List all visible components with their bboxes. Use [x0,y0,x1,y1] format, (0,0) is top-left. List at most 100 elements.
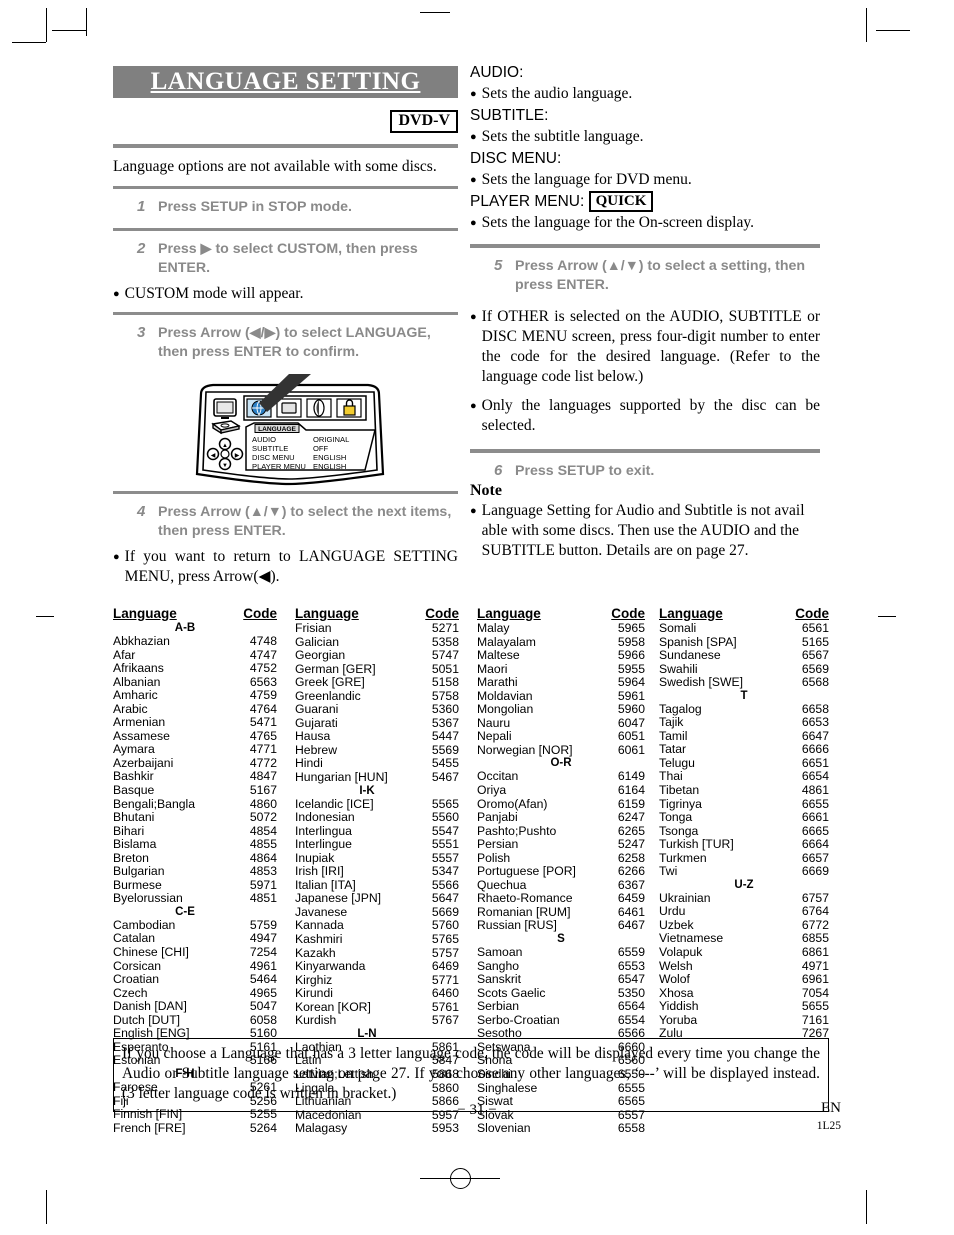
table-row: Bhutani 5072 [113,811,295,825]
language-name: Kashmiri [295,932,343,947]
language-name: Afar [113,647,136,662]
language-name: Bihari [113,823,145,838]
table-group-label: I-K [359,784,375,797]
table-row: Tigrinya 6655 [659,797,841,812]
language-code: 4864 [249,850,277,865]
note-heading: Note [470,482,502,499]
table-row: Vietnamese 6855 [659,932,841,946]
language-code: 4772 [249,755,277,770]
step-number: 6 [494,462,503,479]
language-name: Byelorussian [113,891,183,906]
language-name: Malayalam [477,634,536,649]
language-code: 6460 [431,986,459,1001]
language-name: Georgian [295,648,346,663]
table-row: Tonga 6661 [659,811,841,825]
language-name: Sanskrit [477,972,522,987]
table-row: Malayalam 5958 [477,634,659,650]
lock-icon-body [343,405,356,416]
language-name: Armenian [113,715,166,730]
bullet-dot: ● [470,505,477,517]
setting-desc-player-menu: ● Sets the language for the On-screen di… [470,212,820,234]
language-code: 5471 [249,715,277,730]
language-code: 6654 [801,769,829,784]
language-code: 4759 [249,688,277,703]
language-code: 5051 [431,661,459,676]
table-row: French [FRE] 5264 [113,1121,295,1136]
table-row: Arabic 4764 [113,702,295,717]
table-row: Chinese [CHI] 7254 [113,945,295,960]
registration-mark [878,616,896,617]
language-name: Xhosa [659,985,694,1000]
table-row: Occitan 6149 [477,770,659,784]
language-code: 7161 [801,1012,829,1027]
language-name: Catalan [113,931,156,946]
table-row: Hungarian [HUN] 5467 [295,770,477,785]
language-name: Tamil [659,728,688,743]
language-code: 6757 [801,890,829,905]
language-code: 5647 [431,891,459,906]
table-row: Malay 5965 [477,621,659,636]
language-name: Kirundi [295,986,333,1001]
step-5: 5 Press Arrow (▲/▼) to select a setting,… [470,248,820,299]
language-code: 6772 [801,917,829,932]
table-row: Albanian 6563 [113,675,295,690]
language-code: 5566 [431,877,459,892]
step-text: Press SETUP to exit. [515,463,655,479]
language-code: 5964 [617,675,645,690]
language-code: 6861 [801,945,829,960]
language-code: 5771 [431,972,459,987]
intro-text: Language options are not available with … [113,158,437,175]
osd-diagram: ▲ ▼ ◀ ▶ LANGUAGE AUDIO ORIGINAL SUBTITLE… [113,372,458,487]
language-name: German [GER] [295,661,376,676]
table-row: Hausa 5447 [295,730,477,744]
language-code: 7254 [249,945,277,960]
language-name: Maori [477,661,508,676]
language-code: 4965 [249,985,277,1000]
note-body: ● Language Setting for Audio and Subtitl… [470,501,820,568]
language-name: Basque [113,783,155,798]
language-code: 6647 [801,728,829,743]
language-code: 6567 [801,648,829,663]
bullet-text: CUSTOM mode will appear. [124,285,304,302]
language-name: Tagalog [659,701,702,716]
language-code: 6247 [617,810,645,825]
table-row: Kazakh 5757 [295,945,477,961]
header-language: Language [659,606,723,621]
language-name: Cambodian [113,917,176,932]
table-row: Twi 6669 [659,865,841,879]
language-name: Marathi [477,675,518,690]
language-code: 5557 [431,850,459,865]
language-code: 5757 [431,945,459,960]
bullet-text: If OTHER is selected on the AUDIO, SUBTI… [481,308,820,385]
bullet-text: Only the languages supported by the disc… [481,397,820,434]
language-name: Afrikaans [113,661,164,676]
bullet-dot: ● [470,131,477,143]
language-code: 4748 [249,634,277,648]
table-row: Malagasy 5953 [295,1122,477,1136]
language-name: Corsican [113,958,162,973]
language-name: Quechua [477,877,527,892]
bullet-dot: ● [470,217,477,229]
note-custom-mode: ● CUSTOM mode will appear. [113,282,458,312]
svg-text:▶: ▶ [235,453,240,459]
table-row: Tsonga 6665 [659,824,841,839]
language-name: Bislama [113,837,157,852]
language-code: 6554 [617,1012,645,1027]
note-supported-languages: ● Only the languages supported by the di… [470,394,820,443]
table-row: Mongolian 5960 [477,703,659,717]
table-row: Turkish [TUR] 6664 [659,838,841,852]
osd-row-value: ORIGINAL [313,435,349,444]
language-name: Urdu [659,904,686,919]
table-row: Persian 5247 [477,838,659,852]
language-code: 4851 [249,891,277,906]
language-code: 5447 [431,729,459,744]
step-text: Press SETUP in STOP mode. [158,199,352,215]
table-row: Spanish [SPA] 5165 [659,635,841,650]
language-name: Swahili [659,661,698,676]
setting-name-subtitle: SUBTITLE: [470,107,549,124]
language-code: 5655 [801,999,829,1014]
crop-mark [866,8,867,42]
language-code: 6467 [617,918,645,933]
table-row: Afar 4747 [113,647,295,663]
header-language: Language [295,606,359,621]
